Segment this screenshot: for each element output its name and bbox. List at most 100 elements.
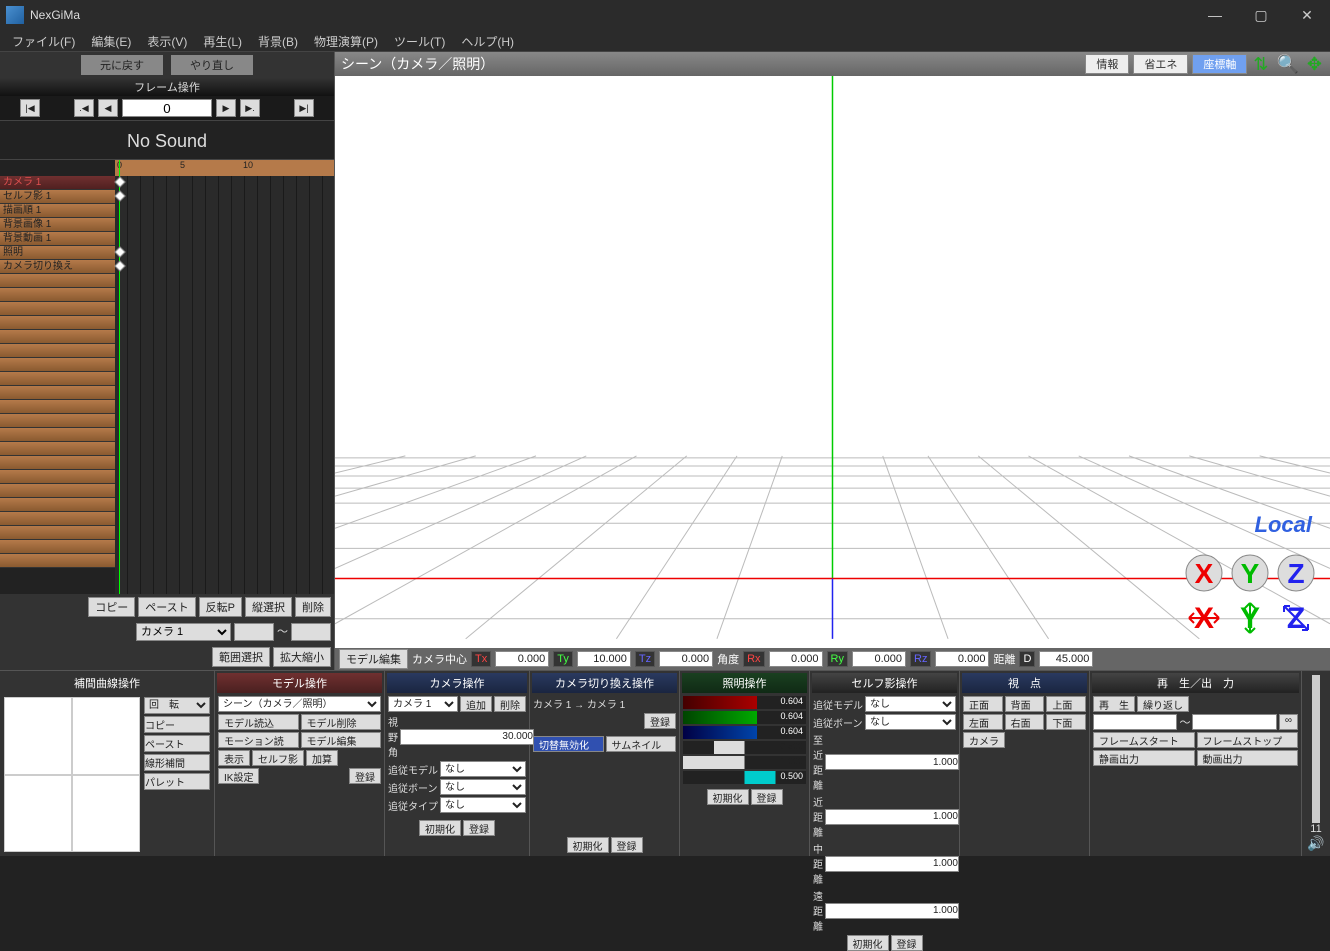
move-z-icon[interactable]: Z	[1276, 598, 1316, 638]
loop-button[interactable]: 繰り返し	[1137, 696, 1189, 712]
frame-prev-key-button[interactable]: .◀	[74, 99, 94, 117]
light-g-slider[interactable]: 0.604	[683, 711, 806, 724]
timeline[interactable]: カメラ 1 セルフ影 1 描画順 1 背景画像 1 背景動画 1 照明 カメラ切…	[0, 160, 334, 594]
thumbnail-button[interactable]: サムネイル	[606, 736, 677, 752]
track-camswitch[interactable]: カメラ切り換え	[0, 260, 115, 274]
tx-value[interactable]: 0.000	[495, 651, 549, 667]
light-b-slider[interactable]: 0.604	[683, 726, 806, 739]
vselect-button[interactable]: 縦選択	[245, 597, 292, 617]
camera-init-button[interactable]: 初期化	[419, 820, 461, 836]
track-bgimage[interactable]: 背景画像 1	[0, 218, 115, 232]
menu-tool[interactable]: ツール(T)	[386, 30, 453, 51]
ss-bone-select[interactable]: なし	[865, 714, 956, 730]
track-selfshadow[interactable]: セルフ影 1	[0, 190, 115, 204]
range-end-input[interactable]	[1192, 714, 1276, 730]
ry-value[interactable]: 0.000	[852, 651, 906, 667]
track-draworder[interactable]: 描画順 1	[0, 204, 115, 218]
camera-add-button[interactable]: 追加	[460, 696, 492, 712]
menu-play[interactable]: 再生(L)	[195, 30, 250, 51]
gizmo-z-icon[interactable]: Z	[1276, 553, 1316, 593]
track-light[interactable]: 照明	[0, 246, 115, 260]
menu-physics[interactable]: 物理演算(P)	[306, 30, 386, 51]
frame-last-button[interactable]: ▶|	[294, 99, 314, 117]
3d-canvas[interactable]: Local X Y Z X Y Z	[335, 76, 1330, 648]
rz-value[interactable]: 0.000	[935, 651, 989, 667]
light-z-slider[interactable]: 0.500	[683, 771, 806, 784]
gizmo-x-icon[interactable]: X	[1184, 553, 1224, 593]
menu-view[interactable]: 表示(V)	[139, 30, 195, 51]
frame-prev-button[interactable]: ◀	[98, 99, 118, 117]
camswitch-reg-button[interactable]: 登録	[644, 713, 676, 729]
rx-value[interactable]: 0.000	[769, 651, 823, 667]
playhead[interactable]	[119, 160, 120, 594]
close-button[interactable]: ✕	[1284, 0, 1330, 30]
ss-register-button[interactable]: 登録	[891, 935, 923, 951]
dist-value[interactable]: 45.000	[1039, 651, 1093, 667]
range-start-input[interactable]	[1093, 714, 1177, 730]
curve-graph[interactable]	[4, 697, 140, 852]
ty-value[interactable]: 10.000	[577, 651, 631, 667]
volume-slider[interactable]	[1312, 675, 1320, 823]
axis-button[interactable]: 座標軸	[1192, 54, 1247, 74]
still-output-button[interactable]: 静画出力	[1093, 750, 1195, 766]
view-top-button[interactable]: 上面	[1046, 696, 1086, 712]
menu-background[interactable]: 背景(B)	[250, 30, 306, 51]
frame-start-button[interactable]: フレームスタート	[1093, 732, 1195, 748]
selfshadow-button[interactable]: セルフ影	[252, 750, 304, 766]
menu-edit[interactable]: 編集(E)	[83, 30, 139, 51]
model-delete-button[interactable]: モデル削除	[301, 714, 382, 730]
track-select[interactable]: カメラ 1	[136, 623, 231, 641]
follow-type-select[interactable]: なし	[440, 797, 526, 813]
light-x-slider[interactable]: -0.500	[683, 741, 806, 754]
model-load-button[interactable]: モデル読込	[218, 714, 299, 730]
track-camera[interactable]: カメラ 1	[0, 176, 115, 190]
delete-button[interactable]: 削除	[295, 597, 331, 617]
curve-rotate-select[interactable]: 回 転	[144, 697, 210, 714]
movie-output-button[interactable]: 動画出力	[1197, 750, 1299, 766]
menu-file[interactable]: ファイル(F)	[4, 30, 83, 51]
scene-select[interactable]: シーン（カメラ／照明）	[218, 696, 381, 712]
camera-select[interactable]: カメラ 1	[388, 696, 458, 712]
undo-button[interactable]: 元に戻す	[81, 55, 163, 75]
keyframe-icon[interactable]	[114, 176, 125, 187]
camera-register-button[interactable]: 登録	[463, 820, 495, 836]
keyframe-icon[interactable]	[114, 260, 125, 271]
curve-paste-button[interactable]: ペースト	[144, 735, 210, 752]
add-button[interactable]: 加算	[306, 750, 338, 766]
ik-button[interactable]: IK設定	[218, 768, 259, 784]
keyframe-icon[interactable]	[114, 246, 125, 257]
curve-palette-button[interactable]: パレット	[144, 773, 210, 790]
frame-next-key-button[interactable]: ▶.	[240, 99, 260, 117]
camera-del-button[interactable]: 削除	[494, 696, 526, 712]
speaker-icon[interactable]: 🔊	[1307, 835, 1324, 852]
copy-button[interactable]: コピー	[88, 597, 135, 617]
pan-icon[interactable]: ✥	[1305, 54, 1324, 75]
range-from-input[interactable]	[234, 623, 274, 641]
ss-far-input[interactable]	[825, 903, 959, 919]
ss-close-input[interactable]	[825, 809, 959, 825]
camswitch-reg2-button[interactable]: 登録	[611, 837, 643, 853]
inf-button[interactable]: ∞	[1279, 714, 1298, 730]
light-r-slider[interactable]: 0.604	[683, 696, 806, 709]
view-left-button[interactable]: 左面	[963, 714, 1003, 730]
minimize-button[interactable]: —	[1192, 0, 1238, 30]
frame-stop-button[interactable]: フレームストップ	[1197, 732, 1299, 748]
zoom-icon[interactable]: 🔍	[1274, 54, 1300, 75]
view-right-button[interactable]: 右面	[1005, 714, 1045, 730]
ss-model-select[interactable]: なし	[865, 696, 956, 712]
flip-button[interactable]: 反転P	[199, 597, 242, 617]
light-register-button[interactable]: 登録	[751, 789, 783, 805]
model-register-button[interactable]: 登録	[349, 768, 381, 784]
model-edit-button[interactable]: モデル編集	[301, 732, 382, 748]
tz-value[interactable]: 0.000	[659, 651, 713, 667]
menu-help[interactable]: ヘルプ(H)	[453, 30, 522, 51]
frame-next-button[interactable]: ▶	[216, 99, 236, 117]
camswitch-init-button[interactable]: 初期化	[567, 837, 609, 853]
play-button[interactable]: 再 生	[1093, 696, 1135, 712]
follow-model-select[interactable]: なし	[440, 761, 526, 777]
motion-load-button[interactable]: モーション読込	[218, 732, 299, 748]
redo-button[interactable]: やり直し	[171, 55, 253, 75]
move-x-icon[interactable]: X	[1184, 598, 1224, 638]
view-bottom-button[interactable]: 下面	[1046, 714, 1086, 730]
light-y-slider[interactable]: -1.000	[683, 756, 806, 769]
